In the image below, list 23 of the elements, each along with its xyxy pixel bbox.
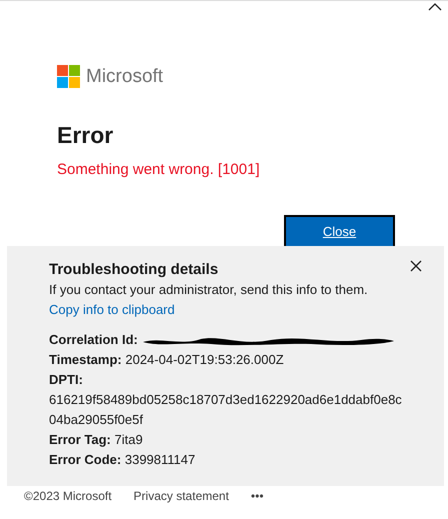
more-link[interactable]: ••• (250, 489, 264, 503)
privacy-link[interactable]: Privacy statement (134, 489, 229, 503)
logo-icon (57, 65, 80, 88)
error-title: Error (57, 121, 114, 150)
field-value: 3399811147 (124, 452, 196, 467)
details-intro: If you contact your administrator, send this info to them. (49, 281, 369, 299)
collapse-icon[interactable] (428, 3, 442, 11)
copy-link[interactable]: Copy info to clipboard (49, 302, 175, 317)
field-label: DPTI: (49, 372, 83, 387)
copyright-text: ©2023 Microsoft (24, 489, 112, 503)
field-label: Error Tag: (49, 432, 111, 447)
field-value: 7ita9 (114, 432, 143, 447)
close-button[interactable]: Close (284, 215, 395, 246)
field-label: Correlation Id: (49, 332, 138, 347)
close-icon[interactable] (410, 260, 422, 272)
field-value: 2024-04-02T19:53:26.000Z (125, 352, 284, 367)
field-value: 04ba29055f0e5f (49, 411, 144, 429)
brand-name: Microsoft (86, 67, 164, 86)
field-value: 616219f58489bd05258c18707d3ed1622920ad6e1ddabf0e8c (49, 391, 402, 409)
details-title: Troubleshooting details (49, 260, 220, 280)
field-label: Error Code: (49, 452, 122, 467)
field-label: Timestamp: (49, 352, 122, 367)
error-message: Something went wrong. [1001] (57, 160, 261, 180)
